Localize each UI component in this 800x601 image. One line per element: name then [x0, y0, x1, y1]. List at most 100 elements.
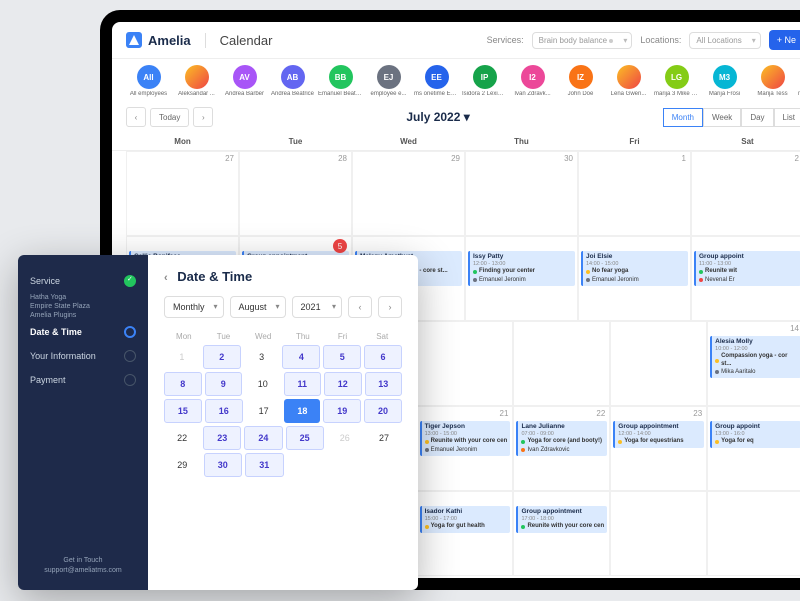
- booking-step[interactable]: Service: [30, 269, 136, 293]
- employee-avatar[interactable]: Marija Tess: [750, 65, 795, 97]
- employee-avatar[interactable]: IPIsidora 2 Lexie Erne: [462, 65, 507, 97]
- calendar-cell[interactable]: [417, 321, 514, 406]
- calendar-event[interactable]: Group appointment 17:00 - 18:00 Reunite …: [516, 506, 607, 533]
- calendar-event[interactable]: Group appoint 13:00 - 16:0 Yoga for eq: [710, 421, 800, 448]
- booking-step[interactable]: Date & Time: [30, 320, 136, 344]
- calendar-event[interactable]: Lane Julianne 07:00 - 09:00 Yoga for cor…: [516, 421, 607, 456]
- calendar-event[interactable]: Issy Patty 12:00 - 13:00 Finding your ce…: [468, 251, 575, 286]
- calendar-event[interactable]: Group appoint 11:00 - 13:00 Reunite wit …: [694, 251, 800, 286]
- next-button[interactable]: ›: [193, 107, 213, 127]
- employee-name: Marija Frosi: [702, 91, 747, 97]
- calendar-cell[interactable]: Issy Patty 12:00 - 13:00 Finding your ce…: [465, 236, 578, 321]
- booking-step[interactable]: Your Information: [30, 344, 136, 368]
- recurrence-select[interactable]: Monthly: [164, 296, 224, 318]
- mini-cal-day[interactable]: 1: [164, 345, 200, 369]
- employee-avatar[interactable]: I2Ivan Zdravk...: [510, 65, 555, 97]
- booking-step[interactable]: Payment: [30, 368, 136, 392]
- mini-cal-day[interactable]: 15: [164, 399, 202, 423]
- mini-cal-day[interactable]: 18: [284, 399, 320, 423]
- employee-avatar[interactable]: IZJohn Doe: [558, 65, 603, 97]
- mini-cal-day[interactable]: 17: [246, 399, 282, 423]
- mini-cal-day[interactable]: 12: [324, 372, 362, 396]
- calendar-cell[interactable]: 27: [126, 151, 239, 236]
- event-person: Nevenal Er: [699, 277, 798, 284]
- calendar-cell[interactable]: Group appoint 13:00 - 16:0 Yoga for eq: [707, 406, 800, 491]
- year-select[interactable]: 2021: [292, 296, 342, 318]
- calendar-cell[interactable]: 1: [578, 151, 691, 236]
- calendar-cell[interactable]: [707, 491, 800, 576]
- view-tab-week[interactable]: Week: [703, 108, 741, 127]
- mini-cal-day[interactable]: 30: [204, 453, 243, 477]
- mini-next-button[interactable]: ›: [378, 296, 402, 318]
- calendar-cell[interactable]: [610, 321, 707, 406]
- back-arrow-icon[interactable]: ‹: [164, 272, 168, 284]
- mini-cal-day[interactable]: 4: [282, 345, 320, 369]
- calendar-cell[interactable]: Isador Kathi 15:00 - 17:00 Yoga for gut …: [417, 491, 514, 576]
- calendar-cell[interactable]: [610, 491, 707, 576]
- employee-avatar[interactable]: Lena Gwen...: [606, 65, 651, 97]
- calendar-cell[interactable]: Group appoint 11:00 - 13:00 Reunite wit …: [691, 236, 800, 321]
- mini-cal-day[interactable]: 9: [205, 372, 243, 396]
- event-time: 10:00 - 12:00: [715, 346, 798, 353]
- mini-cal-day[interactable]: 24: [244, 426, 282, 450]
- mini-cal-day[interactable]: 19: [323, 399, 361, 423]
- view-tab-list[interactable]: List: [774, 108, 800, 127]
- calendar-cell[interactable]: 2: [691, 151, 800, 236]
- calendar-cell[interactable]: Joi Elsie 14:00 - 15:00 No fear yoga Ema…: [578, 236, 691, 321]
- mini-cal-day[interactable]: 27: [366, 426, 402, 450]
- employee-avatar[interactable]: AllAll employees: [126, 65, 171, 97]
- current-month[interactable]: July 2022 ▾: [406, 110, 469, 124]
- mini-cal-day[interactable]: 29: [164, 453, 201, 477]
- mini-cal-day[interactable]: 10: [245, 372, 281, 396]
- employee-avatar[interactable]: AVAndrea Barber: [222, 65, 267, 97]
- calendar-cell[interactable]: 28: [239, 151, 352, 236]
- calendar-event[interactable]: Alesia Molly 10:00 - 12:00 Compassion yo…: [710, 336, 800, 378]
- event-time: 13:00 - 15:00: [425, 431, 508, 438]
- mini-cal-day[interactable]: 31: [245, 453, 284, 477]
- calendar-cell[interactable]: 23Group appointment 12:00 - 14:00 Yoga f…: [610, 406, 707, 491]
- mini-cal-day[interactable]: 23: [203, 426, 241, 450]
- calendar-event[interactable]: Group appointment 12:00 - 14:00 Yoga for…: [613, 421, 704, 448]
- calendar-event[interactable]: Tiger Jepson 13:00 - 15:00 Reunite with …: [420, 421, 511, 456]
- mini-cal-day[interactable]: 16: [205, 399, 243, 423]
- prev-button[interactable]: ‹: [126, 107, 146, 127]
- calendar-event[interactable]: Isador Kathi 15:00 - 17:00 Yoga for gut …: [420, 506, 511, 533]
- employee-avatar[interactable]: EJemployee e...: [366, 65, 411, 97]
- mini-cal-day[interactable]: 20: [364, 399, 402, 423]
- mini-cal-day[interactable]: 8: [164, 372, 202, 396]
- calendar-cell[interactable]: 30: [465, 151, 578, 236]
- mini-cal-day[interactable]: 2: [203, 345, 241, 369]
- month-select[interactable]: August: [230, 296, 286, 318]
- mini-cal-day[interactable]: 3: [244, 345, 280, 369]
- employee-avatar[interactable]: Aleksandar ...: [174, 65, 219, 97]
- employee-name: Aleksandar ...: [174, 91, 219, 97]
- employee-avatar[interactable]: LGmarija 3 Mike Sober: [654, 65, 699, 97]
- new-button[interactable]: + Ne: [769, 30, 800, 50]
- mini-prev-button[interactable]: ‹: [348, 296, 372, 318]
- services-select[interactable]: Brain body balance: [532, 32, 633, 49]
- calendar-cell[interactable]: [513, 321, 610, 406]
- employee-avatar[interactable]: M3Marija Frosi: [702, 65, 747, 97]
- mini-cal-day[interactable]: 11: [284, 372, 322, 396]
- view-tab-day[interactable]: Day: [741, 108, 773, 127]
- calendar-event[interactable]: Joi Elsie 14:00 - 15:00 No fear yoga Ema…: [581, 251, 688, 286]
- event-person: Emanuel Jeronim: [586, 277, 685, 284]
- calendar-cell[interactable]: 22Lane Julianne 07:00 - 09:00 Yoga for c…: [513, 406, 610, 491]
- mini-cal-day[interactable]: 6: [364, 345, 402, 369]
- view-tab-month[interactable]: Month: [663, 108, 703, 127]
- mini-cal-day[interactable]: 5: [323, 345, 361, 369]
- employee-avatar[interactable]: EEms onetime Emily Erne: [414, 65, 459, 97]
- today-button[interactable]: Today: [150, 108, 189, 127]
- employee-avatar[interactable]: BBEmanuel Beatrice: [318, 65, 363, 97]
- mini-cal-day[interactable]: 25: [286, 426, 324, 450]
- employee-avatar[interactable]: ABAndrea Beatrice: [270, 65, 315, 97]
- mini-cal-day[interactable]: 13: [365, 372, 403, 396]
- calendar-cell[interactable]: 21Tiger Jepson 13:00 - 15:00 Reunite wit…: [417, 406, 514, 491]
- calendar-cell[interactable]: 14Alesia Molly 10:00 - 12:00 Compassion …: [707, 321, 800, 406]
- calendar-cell[interactable]: 29: [352, 151, 465, 236]
- mini-cal-day[interactable]: 22: [164, 426, 200, 450]
- calendar-cell[interactable]: Group appointment 17:00 - 18:00 Reunite …: [513, 491, 610, 576]
- locations-select[interactable]: All Locations: [689, 32, 760, 49]
- topbar: Amelia Calendar Services: Brain body bal…: [112, 22, 800, 59]
- mini-cal-day[interactable]: 26: [327, 426, 363, 450]
